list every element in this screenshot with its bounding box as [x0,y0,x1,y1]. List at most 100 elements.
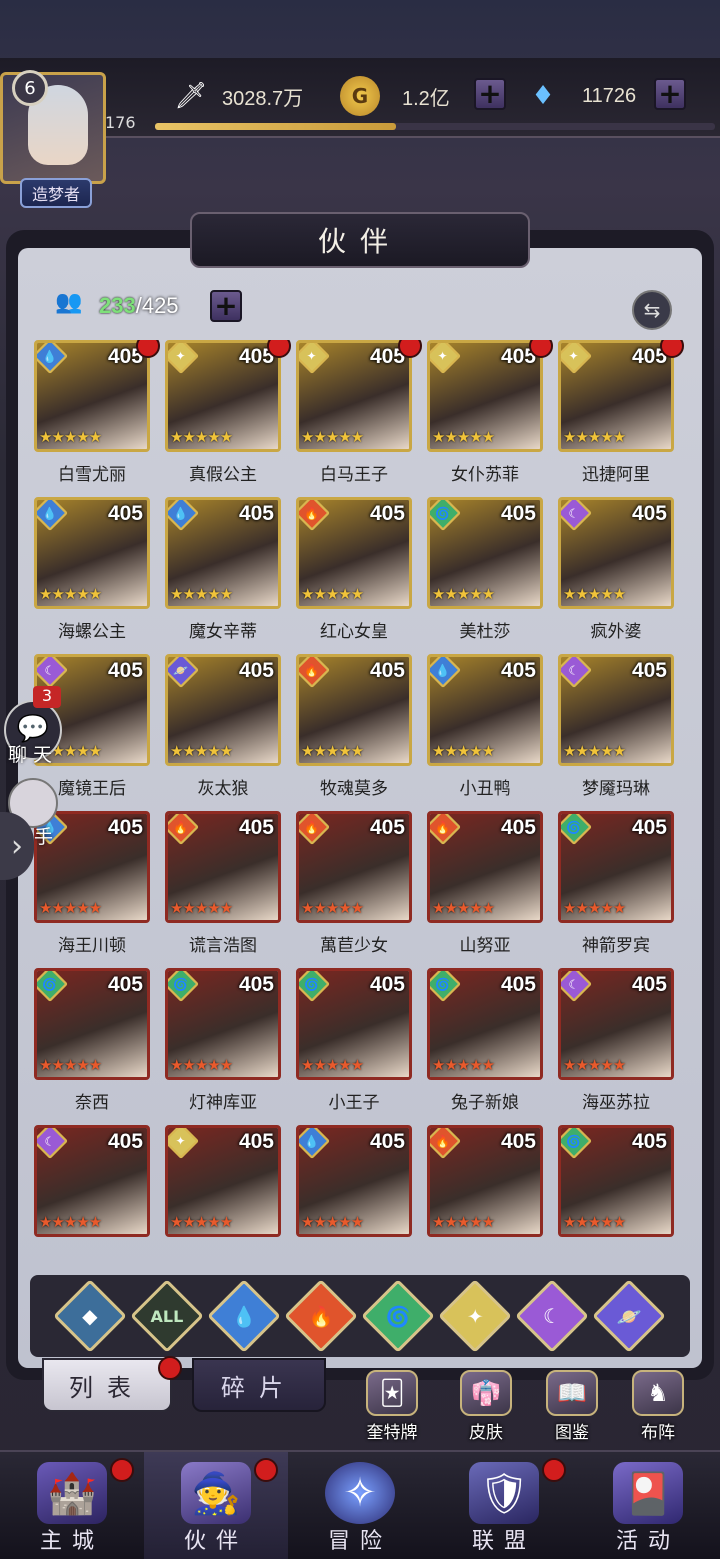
partner-card[interactable]: 🌀 405 ★★★★★ 奈西 [34,968,150,1113]
tab-list-notification-dot [158,1356,182,1380]
partner-card-frame: 💧 405 ★★★★★ [34,497,150,609]
partner-notification-dot [660,340,684,358]
partner-card[interactable]: ☾ 405 ★★★★★ [34,1125,150,1237]
partner-card[interactable]: ☾ 405 ★★★★★ 梦魇玛琳 [558,654,674,799]
partner-card[interactable]: 🌀 405 ★★★★★ 灯神库亚 [165,968,281,1113]
add-gold-button[interactable]: + [474,78,506,110]
star-rating: ★★★★★ [301,428,364,446]
partner-card-frame: ✦ 405 ★★★★★ [427,340,543,452]
tab-fragments[interactable]: 碎片 [192,1358,326,1412]
partner-card-frame: 💧 405 ★★★★★ [296,1125,412,1237]
diamond-resource: ♦ 11726 [522,78,636,114]
partners-icon: 👥 [55,289,83,314]
partner-card[interactable]: ✦ 405 ★★★★★ 真假公主 [165,340,291,485]
tab-list[interactable]: 列表 [42,1358,172,1412]
partner-card-frame: 🌀 405 ★★★★★ [427,497,543,609]
partner-card[interactable]: 🌀 405 ★★★★★ 美杜莎 [427,497,543,642]
tarot-button[interactable]: 🃏 奎特牌 [357,1370,427,1446]
tarot-label: 奎特牌 [366,1423,418,1443]
skins-button[interactable]: 👘 皮肤 [451,1370,521,1446]
partner-name: 小王子 [328,1093,380,1113]
add-diamond-button[interactable]: + [654,78,686,110]
partner-card-frame: ✦ 405 ★★★★★ [165,1125,281,1237]
partner-card-frame: ✦ 405 ★★★★★ [558,340,674,452]
partner-card-frame: 🔥 405 ★★★★★ [296,654,412,766]
partner-card[interactable]: 🔥 405 ★★★★★ 红心女皇 [296,497,412,642]
partner-card[interactable]: 💧 405 ★★★★★ 白雪尤丽 [34,340,160,485]
partner-card[interactable]: 🌀 405 ★★★★★ 小王子 [296,968,412,1113]
star-rating: ★★★★★ [39,1213,102,1231]
partner-level: 405 [631,816,667,839]
partner-card-frame: 🌀 405 ★★★★★ [34,968,150,1080]
star-rating: ★★★★★ [170,899,233,917]
partner-card[interactable]: 🔥 405 ★★★★★ 谎言浩图 [165,811,281,956]
partner-card[interactable]: 💧 405 ★★★★★ [296,1125,412,1237]
star-rating: ★★★★★ [170,1213,233,1231]
partner-level: 405 [107,502,143,525]
partner-card-frame: 🔥 405 ★★★★★ [296,497,412,609]
partner-card[interactable]: 🔥 405 ★★★★★ 山努亚 [427,811,543,956]
partner-notification-dot [267,340,291,358]
partner-card-frame: 🔥 405 ★★★★★ [427,811,543,923]
player-title-badge[interactable]: 造梦者 [20,178,92,208]
partner-notification-dot [136,340,160,358]
partner-level: 405 [238,502,274,525]
partner-card[interactable]: ☾ 405 ★★★★★ 海巫苏拉 [558,968,674,1113]
partner-count: 👥 233 /425 [55,288,179,324]
power-resource: 🗡 3028.7万 [170,78,303,114]
partner-card[interactable]: ✦ 405 ★★★★★ 迅捷阿里 [558,340,684,485]
star-rating: ★★★★★ [170,742,233,760]
element-water-icon: 💧 [231,1304,257,1328]
star-rating: ★★★★★ [39,1056,102,1074]
partner-notification-dot [398,340,422,358]
partner-card-frame: ✦ 405 ★★★★★ [165,340,281,452]
partner-card[interactable]: 🌀 405 ★★★★★ [558,1125,674,1237]
partner-card[interactable]: 🔥 405 ★★★★★ [427,1125,543,1237]
nav-adventure[interactable]: ✧ 冒险 [288,1452,432,1559]
star-rating: ★★★★★ [432,428,495,446]
partner-card[interactable]: ✦ 405 ★★★★★ 女仆苏菲 [427,340,553,485]
formation-button[interactable]: ♞ 布阵 [623,1370,693,1446]
partner-name: 迅捷阿里 [582,465,650,485]
star-rating: ★★★★★ [432,585,495,603]
nav-events[interactable]: 🎴 活动 [576,1452,720,1559]
expand-capacity-button[interactable]: + [210,290,242,322]
partner-grid[interactable]: 💧 405 ★★★★★ 白雪尤丽 ✦ 405 ★★★★★ 真假公主 ✦ 405 ★★★★★ 白马王子 ✦… [34,340,694,1250]
partner-name: 灯神库亚 [189,1093,257,1113]
partner-card[interactable]: 💧 405 ★★★★★ 魔女辛蒂 [165,497,281,642]
partner-level: 405 [107,1130,143,1153]
partner-card[interactable]: 🔥 405 ★★★★★ 牧魂莫多 [296,654,412,799]
partner-name: 海螺公主 [58,622,126,642]
gold-value: 1.2亿 [402,87,450,110]
partner-notification-dot [529,340,553,358]
exp-level-text: 176 [105,113,136,132]
tarot-cards-icon: 🃏 [366,1370,418,1416]
partner-card-frame: 🌀 405 ★★★★★ [558,1125,674,1237]
partner-card[interactable]: ☾ 405 ★★★★★ 疯外婆 [558,497,674,642]
partner-level: 405 [631,659,667,682]
partner-name: 真假公主 [189,465,257,485]
partner-name: 神箭罗宾 [582,936,650,956]
partner-card[interactable]: 🌀 405 ★★★★★ 神箭罗宾 [558,811,674,956]
star-rating: ★★★★★ [563,742,626,760]
partner-card[interactable]: 💧 405 ★★★★★ 海螺公主 [34,497,150,642]
element-back-icon: ◆ [82,1303,98,1328]
codex-button[interactable]: 📖 图鉴 [537,1370,607,1446]
partner-card[interactable]: 🌀 405 ★★★★★ 兔子新娘 [427,968,543,1113]
formation-label: 布阵 [641,1423,675,1443]
element-fire-icon: 🔥 [308,1304,334,1328]
partner-card[interactable]: ✦ 405 ★★★★★ [165,1125,281,1237]
partner-name: 灰太狼 [197,779,249,799]
element-cosmic-icon: 🪐 [616,1304,642,1328]
star-rating: ★★★★★ [301,899,364,917]
partner-card-frame: 🔥 405 ★★★★★ [296,811,412,923]
partner-card[interactable]: ✦ 405 ★★★★★ 白马王子 [296,340,422,485]
nav-main-city-dot [110,1458,134,1482]
partner-card[interactable]: 🔥 405 ★★★★★ 萬苣少女 [296,811,412,956]
sort-toggle-button[interactable]: ⇆ [632,290,672,330]
partner-card-frame: 🪐 405 ★★★★★ [165,654,281,766]
star-rating: ★★★★★ [301,585,364,603]
partner-card[interactable]: 💧 405 ★★★★★ 小丑鸭 [427,654,543,799]
partner-card[interactable]: 🪐 405 ★★★★★ 灰太狼 [165,654,281,799]
diamond-value: 11726 [582,84,637,107]
